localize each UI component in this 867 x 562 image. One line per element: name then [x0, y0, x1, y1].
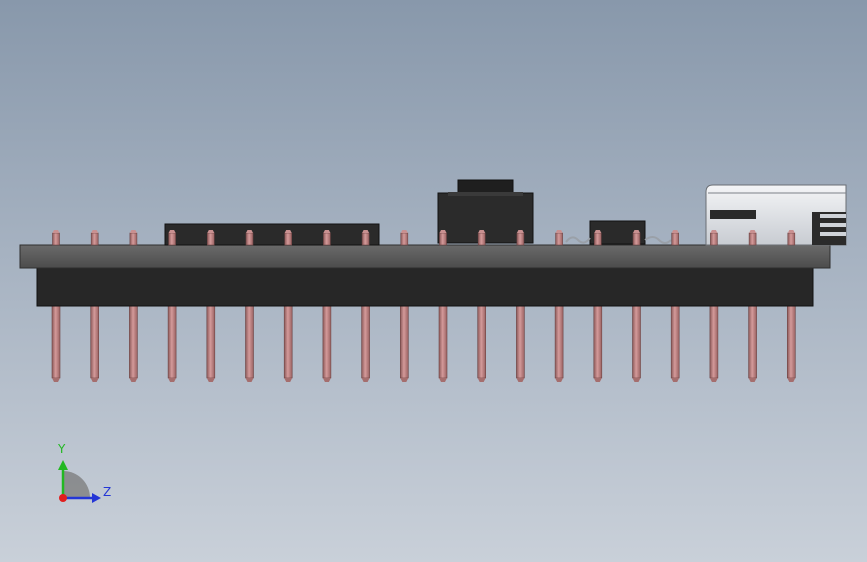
pin-lower — [322, 299, 332, 379]
usb-connector — [705, 184, 847, 246]
pin-tip — [129, 378, 138, 382]
pin-tip — [400, 378, 409, 382]
pin-lower — [593, 299, 603, 379]
pin-upper — [400, 232, 409, 246]
axis-label-z: Z — [103, 485, 112, 499]
pin-lower — [361, 299, 370, 379]
pin-lower — [283, 299, 293, 379]
ic-chip — [164, 223, 380, 246]
pin-upper — [284, 232, 293, 246]
pin-upper — [207, 232, 215, 246]
pin-lower — [709, 299, 719, 379]
pin-upper-tip — [91, 230, 99, 233]
pin-upper — [710, 232, 718, 246]
pin-lower — [399, 299, 409, 379]
pin-upper — [439, 232, 447, 246]
pin-lower — [516, 299, 525, 379]
pin-lower — [206, 299, 216, 379]
pin-upper — [516, 232, 525, 246]
pin-tip — [593, 378, 602, 382]
pcb-board — [19, 244, 831, 269]
pin-upper — [168, 232, 176, 246]
pin-tip — [206, 378, 215, 382]
pin-upper — [787, 232, 796, 246]
pin-upper-tip — [400, 230, 408, 233]
pin-tip — [284, 378, 293, 382]
pin-tip — [709, 378, 718, 382]
pin-tip — [52, 378, 60, 382]
pin-upper-tip — [129, 230, 137, 233]
pin-lower — [748, 299, 757, 379]
pin-lower — [438, 299, 448, 379]
pin-upper — [748, 232, 757, 246]
pin-upper — [555, 232, 563, 246]
pin-upper-tip — [555, 230, 563, 233]
pin-lower — [670, 299, 680, 379]
pin-lower — [90, 299, 99, 379]
pin-tip — [787, 378, 796, 382]
pin-tip — [748, 378, 757, 382]
pin-lower — [51, 299, 61, 379]
pin-lower — [167, 299, 177, 379]
pin-upper — [632, 232, 641, 246]
pin-tip — [90, 378, 99, 382]
pin-upper — [52, 232, 60, 246]
pin-upper-tip — [671, 230, 679, 233]
pin-upper — [323, 232, 331, 246]
pin-upper — [477, 232, 486, 246]
pin-upper — [90, 232, 99, 246]
pin-upper-tip — [52, 230, 60, 233]
pin-tip — [245, 378, 254, 382]
pin-tip — [516, 378, 525, 382]
smd-component — [565, 220, 672, 245]
pin-lower — [245, 299, 254, 379]
pin-tip — [555, 378, 564, 382]
pin-upper — [361, 232, 370, 246]
pin-tip — [632, 378, 641, 382]
pin-lower — [632, 299, 641, 379]
pin-tip — [477, 378, 486, 382]
coordinate-triad[interactable] — [58, 460, 101, 503]
pin-tip — [671, 378, 680, 382]
pin-tip — [322, 378, 331, 382]
pin-tip — [361, 378, 370, 382]
model-view[interactable] — [0, 0, 867, 562]
header-pins-upper — [52, 230, 796, 246]
pin-upper — [671, 232, 680, 246]
pin-lower — [554, 299, 564, 379]
pin-upper — [593, 232, 602, 246]
pin-tip — [168, 378, 177, 382]
pin-upper — [245, 232, 254, 246]
pin-tip — [439, 378, 447, 382]
graphics-viewport[interactable]: Y Z — [0, 0, 867, 562]
pin-lower — [477, 299, 487, 379]
axis-label-y: Y — [58, 442, 66, 456]
pin-upper — [129, 232, 138, 246]
pin-lower — [129, 299, 138, 379]
pin-lower — [786, 299, 796, 379]
pin-header-body — [36, 266, 814, 307]
header-pins-lower — [51, 299, 796, 382]
